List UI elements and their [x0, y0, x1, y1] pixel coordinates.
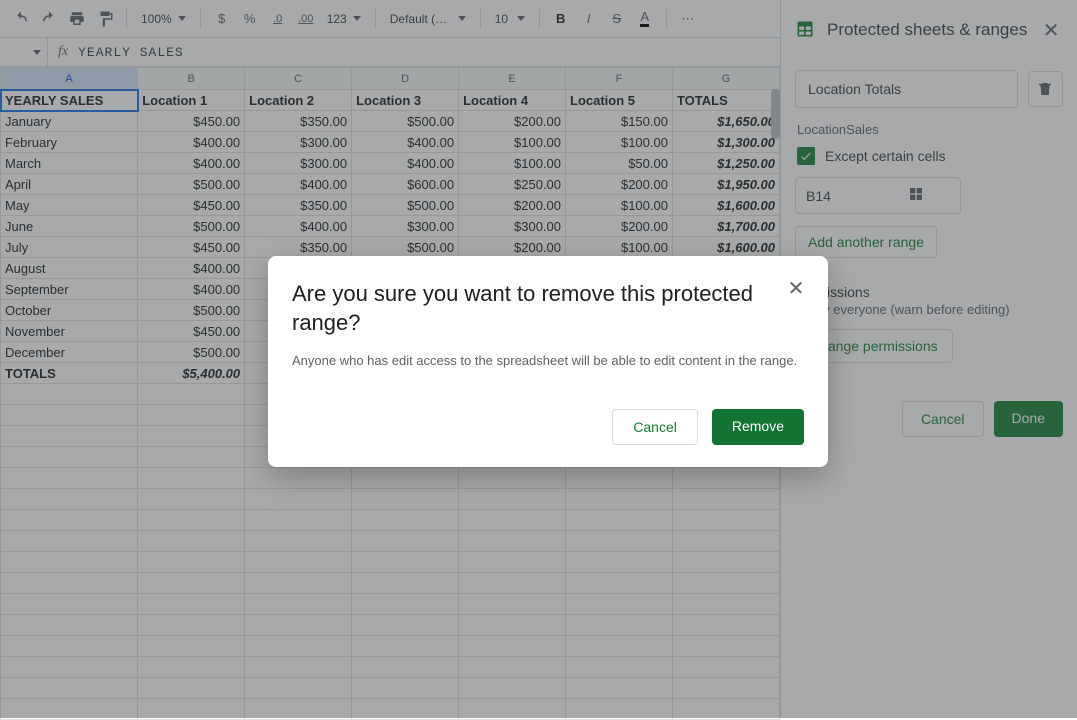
range-description-input[interactable]: Location Totals [795, 70, 1018, 108]
decrease-decimal-button[interactable]: .0 [265, 6, 291, 32]
header-row[interactable]: YEARLY SALESLocation 1Location 2Location… [1, 90, 780, 111]
modal-title: Are you sure you want to remove this pro… [292, 280, 770, 337]
grid-select-icon[interactable] [908, 186, 924, 205]
number-format-select[interactable]: 123 [321, 12, 367, 26]
empty-row[interactable] [1, 468, 780, 489]
empty-row[interactable] [1, 678, 780, 699]
permissions-sub: ble by everyone (warn before editing) [795, 302, 1063, 317]
col-header-c: C [245, 68, 352, 90]
empty-row[interactable] [1, 594, 780, 615]
data-row[interactable]: April$500.00$400.00$600.00$250.00$200.00… [1, 174, 780, 195]
data-row[interactable]: March$400.00$300.00$400.00$100.00$50.00$… [1, 153, 780, 174]
sheet-name-label: LocationSales [797, 122, 1061, 137]
zoom-select[interactable]: 100% [135, 12, 192, 26]
empty-row[interactable] [1, 636, 780, 657]
empty-row[interactable] [1, 489, 780, 510]
bold-button[interactable]: B [548, 6, 574, 32]
format-percent-button[interactable]: % [237, 6, 263, 32]
panel-done-button[interactable]: Done [994, 401, 1063, 437]
empty-row[interactable] [1, 573, 780, 594]
except-cells-label: Except certain cells [825, 148, 946, 164]
close-panel-button[interactable]: ✕ [1039, 18, 1063, 42]
italic-button[interactable]: I [576, 6, 602, 32]
add-range-button[interactable]: Add another range [795, 226, 937, 258]
data-row[interactable]: January$450.00$350.00$500.00$200.00$150.… [1, 111, 780, 132]
col-header-e: E [459, 68, 566, 90]
modal-body: Anyone who has edit access to the spread… [292, 351, 804, 371]
col-header-f: F [566, 68, 673, 90]
empty-row[interactable] [1, 510, 780, 531]
modal-remove-button[interactable]: Remove [712, 409, 804, 445]
increase-decimal-button[interactable]: .00 [293, 6, 319, 32]
panel-cancel-button[interactable]: Cancel [902, 401, 984, 437]
panel-title: Protected sheets & ranges [827, 20, 1027, 40]
strikethrough-button[interactable]: S [604, 6, 630, 32]
print-button[interactable] [64, 6, 90, 32]
col-header-d: D [352, 68, 459, 90]
empty-row[interactable] [1, 657, 780, 678]
text-color-button[interactable]: A [632, 6, 658, 32]
empty-row[interactable] [1, 615, 780, 636]
col-header-b: B [138, 68, 245, 90]
column-headers[interactable]: A B C D E F G [1, 68, 780, 90]
more-tools-button[interactable]: ⋯ [675, 6, 701, 32]
modal-close-button[interactable]: ✕ [782, 274, 810, 302]
data-row[interactable]: February$400.00$300.00$400.00$100.00$100… [1, 132, 780, 153]
excluded-range-input[interactable]: B14 [795, 177, 961, 214]
confirm-remove-modal: ✕ Are you sure you want to remove this p… [268, 256, 828, 467]
permissions-label: permissions [795, 284, 1063, 300]
redo-button[interactable] [36, 6, 62, 32]
col-header-a: A [1, 68, 138, 90]
vertical-scrollbar[interactable] [771, 89, 780, 139]
data-row[interactable]: June$500.00$400.00$300.00$300.00$200.00$… [1, 216, 780, 237]
except-cells-checkbox[interactable] [797, 147, 815, 165]
paint-format-button[interactable] [92, 6, 118, 32]
font-family-select[interactable]: Default (Ve... [384, 12, 472, 26]
data-row[interactable]: July$450.00$350.00$500.00$200.00$100.00$… [1, 237, 780, 258]
sheets-icon [795, 19, 815, 42]
empty-row[interactable] [1, 531, 780, 552]
format-currency-button[interactable]: $ [209, 6, 235, 32]
undo-button[interactable] [8, 6, 34, 32]
data-row[interactable]: May$450.00$350.00$500.00$200.00$100.00$1… [1, 195, 780, 216]
empty-row[interactable] [1, 552, 780, 573]
modal-cancel-button[interactable]: Cancel [612, 409, 698, 445]
font-size-select[interactable]: 10 [489, 12, 531, 26]
empty-row[interactable] [1, 699, 780, 720]
name-box[interactable] [0, 38, 48, 66]
col-header-g: G [672, 68, 779, 90]
fx-icon: fx [48, 44, 78, 60]
delete-range-button[interactable] [1028, 71, 1063, 107]
